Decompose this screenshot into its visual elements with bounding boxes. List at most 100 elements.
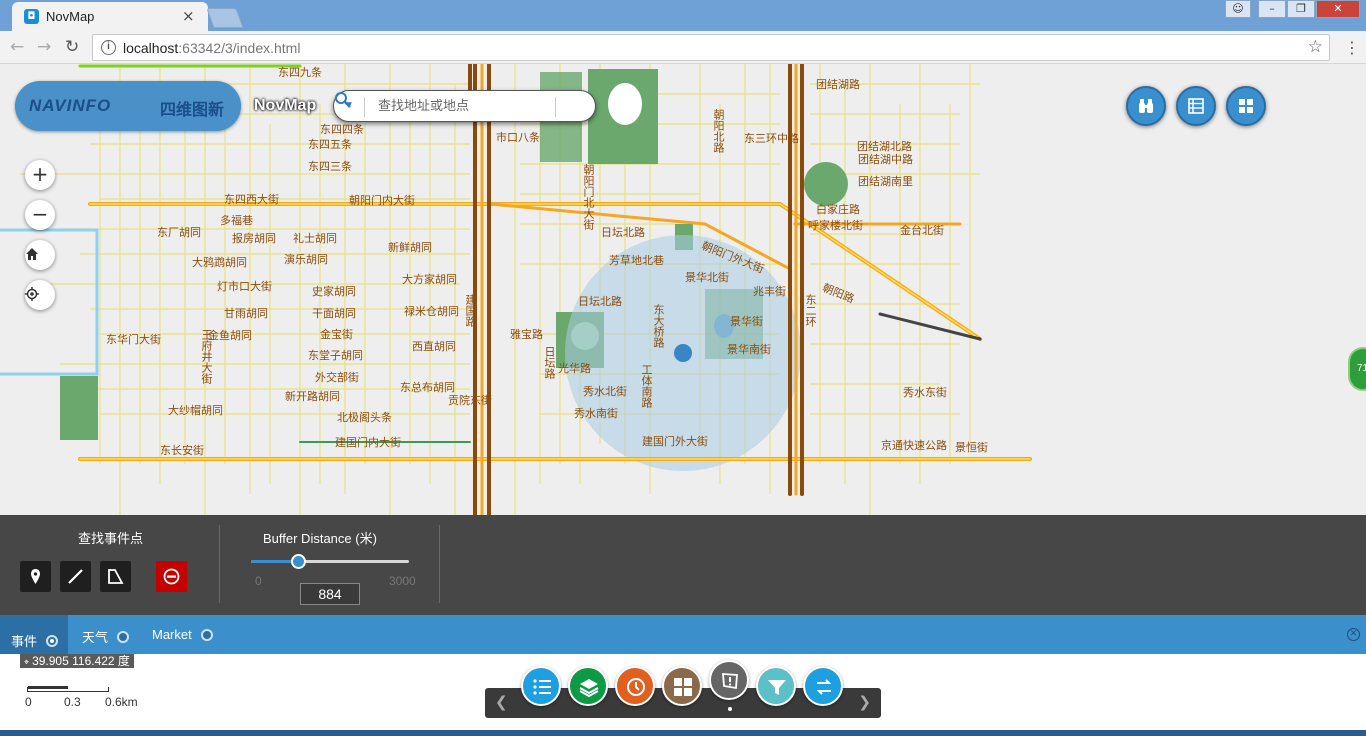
radio-icon (200, 628, 213, 641)
map-label: 大鸦鹉胡同 (192, 256, 247, 269)
browser-toolbar: ← → ↻ i localhost:63342/3/index.html ☆ ⋮ (0, 31, 1366, 64)
maximize-button[interactable]: ❐ (1287, 0, 1315, 18)
calculator-button[interactable] (662, 666, 702, 706)
binoculars-button[interactable] (1126, 86, 1166, 126)
map-label: 团结湖路 (816, 78, 860, 91)
scale-bar (27, 686, 109, 692)
map-label: 东三环中路 (744, 132, 799, 145)
locate-button[interactable] (25, 280, 55, 310)
back-icon[interactable]: ← (10, 37, 24, 57)
route-button[interactable] (803, 666, 843, 706)
grid-icon (1239, 99, 1253, 113)
os-taskbar (0, 730, 1366, 736)
map-label: 朝阳北路 (712, 109, 725, 153)
layers-button[interactable] (568, 666, 608, 706)
tab-label: Market (152, 627, 192, 642)
search-icon[interactable] (334, 91, 352, 109)
tab-close-icon[interactable]: × (182, 7, 195, 25)
map-label: 秀水北街 (583, 385, 627, 398)
home-icon (26, 248, 38, 260)
buffer-slider[interactable] (251, 554, 409, 569)
browser-tab[interactable]: ◘ NovMap × (12, 2, 208, 31)
search-input[interactable] (376, 96, 546, 116)
line-tool-button[interactable] (60, 561, 91, 592)
map-view[interactable]: 东四九条 东四五条 东四三条 东四四条 东四西大街 朝阳门内大街 朝阳门北大街 … (0, 64, 1366, 515)
buffer-distance-input[interactable]: 884 (300, 583, 360, 605)
zoom-in-button[interactable]: + (25, 160, 55, 190)
forward-icon[interactable]: → (37, 37, 51, 57)
slider-handle[interactable] (291, 554, 306, 569)
minimize-button[interactable]: – (1258, 0, 1286, 18)
clear-circle-icon (163, 568, 180, 585)
map-label: 秀水东街 (903, 386, 947, 399)
filter-button[interactable] (756, 666, 796, 706)
address-bar[interactable]: i localhost:63342/3/index.html ☆ (92, 34, 1330, 61)
map-label: 东厂胡同 (157, 226, 201, 239)
map-label: 东四四条 (320, 123, 364, 136)
calculator-icon (674, 678, 692, 696)
bookmark-star-icon[interactable]: ☆ (1308, 37, 1323, 57)
map-label: 光华路 (558, 362, 591, 375)
scale-label: 0.3 (64, 695, 81, 709)
table-list-icon (1188, 98, 1204, 114)
list-view-button[interactable] (1176, 86, 1216, 126)
new-tab-button[interactable] (206, 8, 244, 28)
polygon-tool-button[interactable] (100, 561, 131, 592)
map-label: 工体南路 (640, 364, 653, 408)
map-label: 东四九条 (278, 66, 322, 79)
zoom-out-button[interactable]: − (25, 200, 55, 230)
divider (364, 97, 365, 117)
reload-icon[interactable]: ↻ (65, 37, 79, 57)
navinfo-logo: NAVINFO 四维图新 (15, 81, 241, 131)
buffer-distance-label: Buffer Distance (米) (263, 531, 377, 546)
map-label: 东二环 (804, 294, 817, 327)
side-badge[interactable]: 71 (1348, 347, 1366, 391)
tab-events[interactable]: 事件 (0, 615, 69, 654)
map-label: 金鱼胡同 (208, 329, 252, 342)
map-label: 白家庄路 (816, 203, 860, 216)
map-label: 团结湖南里 (858, 175, 913, 188)
map-label: 金台北街 (900, 224, 944, 237)
home-button[interactable] (25, 240, 55, 270)
map-label: 东大桥路 (652, 304, 665, 348)
map-label: 史家胡同 (312, 285, 356, 298)
close-icon[interactable]: ✕ (1347, 628, 1360, 641)
dock-prev-icon[interactable]: ❮ (495, 693, 508, 711)
map-label: 建国路 (464, 294, 477, 327)
user-icon[interactable]: ☺ (1225, 0, 1251, 18)
alert-icon (722, 673, 738, 690)
grid-view-button[interactable] (1226, 86, 1266, 126)
list-button[interactable] (521, 666, 561, 706)
tab-market[interactable]: Market (152, 627, 213, 642)
map-label: 京通快速公路 (881, 439, 947, 452)
map-label: 演乐胡同 (284, 253, 328, 266)
map-label: 大方家胡同 (402, 273, 457, 286)
map-label: 干面胡同 (312, 307, 356, 320)
tab-title: NovMap (46, 9, 95, 24)
dock-next-icon[interactable]: ❯ (858, 693, 871, 711)
map-label: 礼士胡同 (293, 232, 337, 245)
map-label: 东四五条 (308, 138, 352, 151)
map-label: 东堂子胡同 (308, 349, 363, 362)
radio-icon (117, 630, 130, 643)
map-label: 东华门大街 (106, 333, 161, 346)
map-label: 东长安街 (160, 444, 204, 457)
browser-titlebar: ◘ NovMap × ☺ – ❐ ✕ (0, 0, 1366, 31)
map-label: 秀水南街 (574, 407, 618, 420)
clear-button[interactable] (156, 561, 187, 592)
menu-icon[interactable]: ⋮ (1344, 38, 1360, 57)
map-label: 禄米仓胡同 (404, 305, 459, 318)
layers-icon (579, 679, 599, 697)
map-label: 建国门外大街 (642, 435, 708, 448)
window-controls: ☺ – ❐ ✕ (1225, 0, 1360, 18)
slider-min-label: 0 (255, 574, 262, 588)
history-button[interactable] (615, 666, 655, 706)
point-tool-button[interactable] (20, 561, 51, 592)
tab-favicon-icon: ◘ (24, 9, 39, 24)
alert-button[interactable] (709, 660, 749, 700)
search-box: ▼ (333, 90, 596, 122)
close-window-button[interactable]: ✕ (1316, 0, 1360, 18)
tab-weather[interactable]: 天气 (82, 627, 130, 646)
app-title: NovMap (254, 97, 317, 114)
info-icon[interactable]: i (101, 40, 116, 55)
